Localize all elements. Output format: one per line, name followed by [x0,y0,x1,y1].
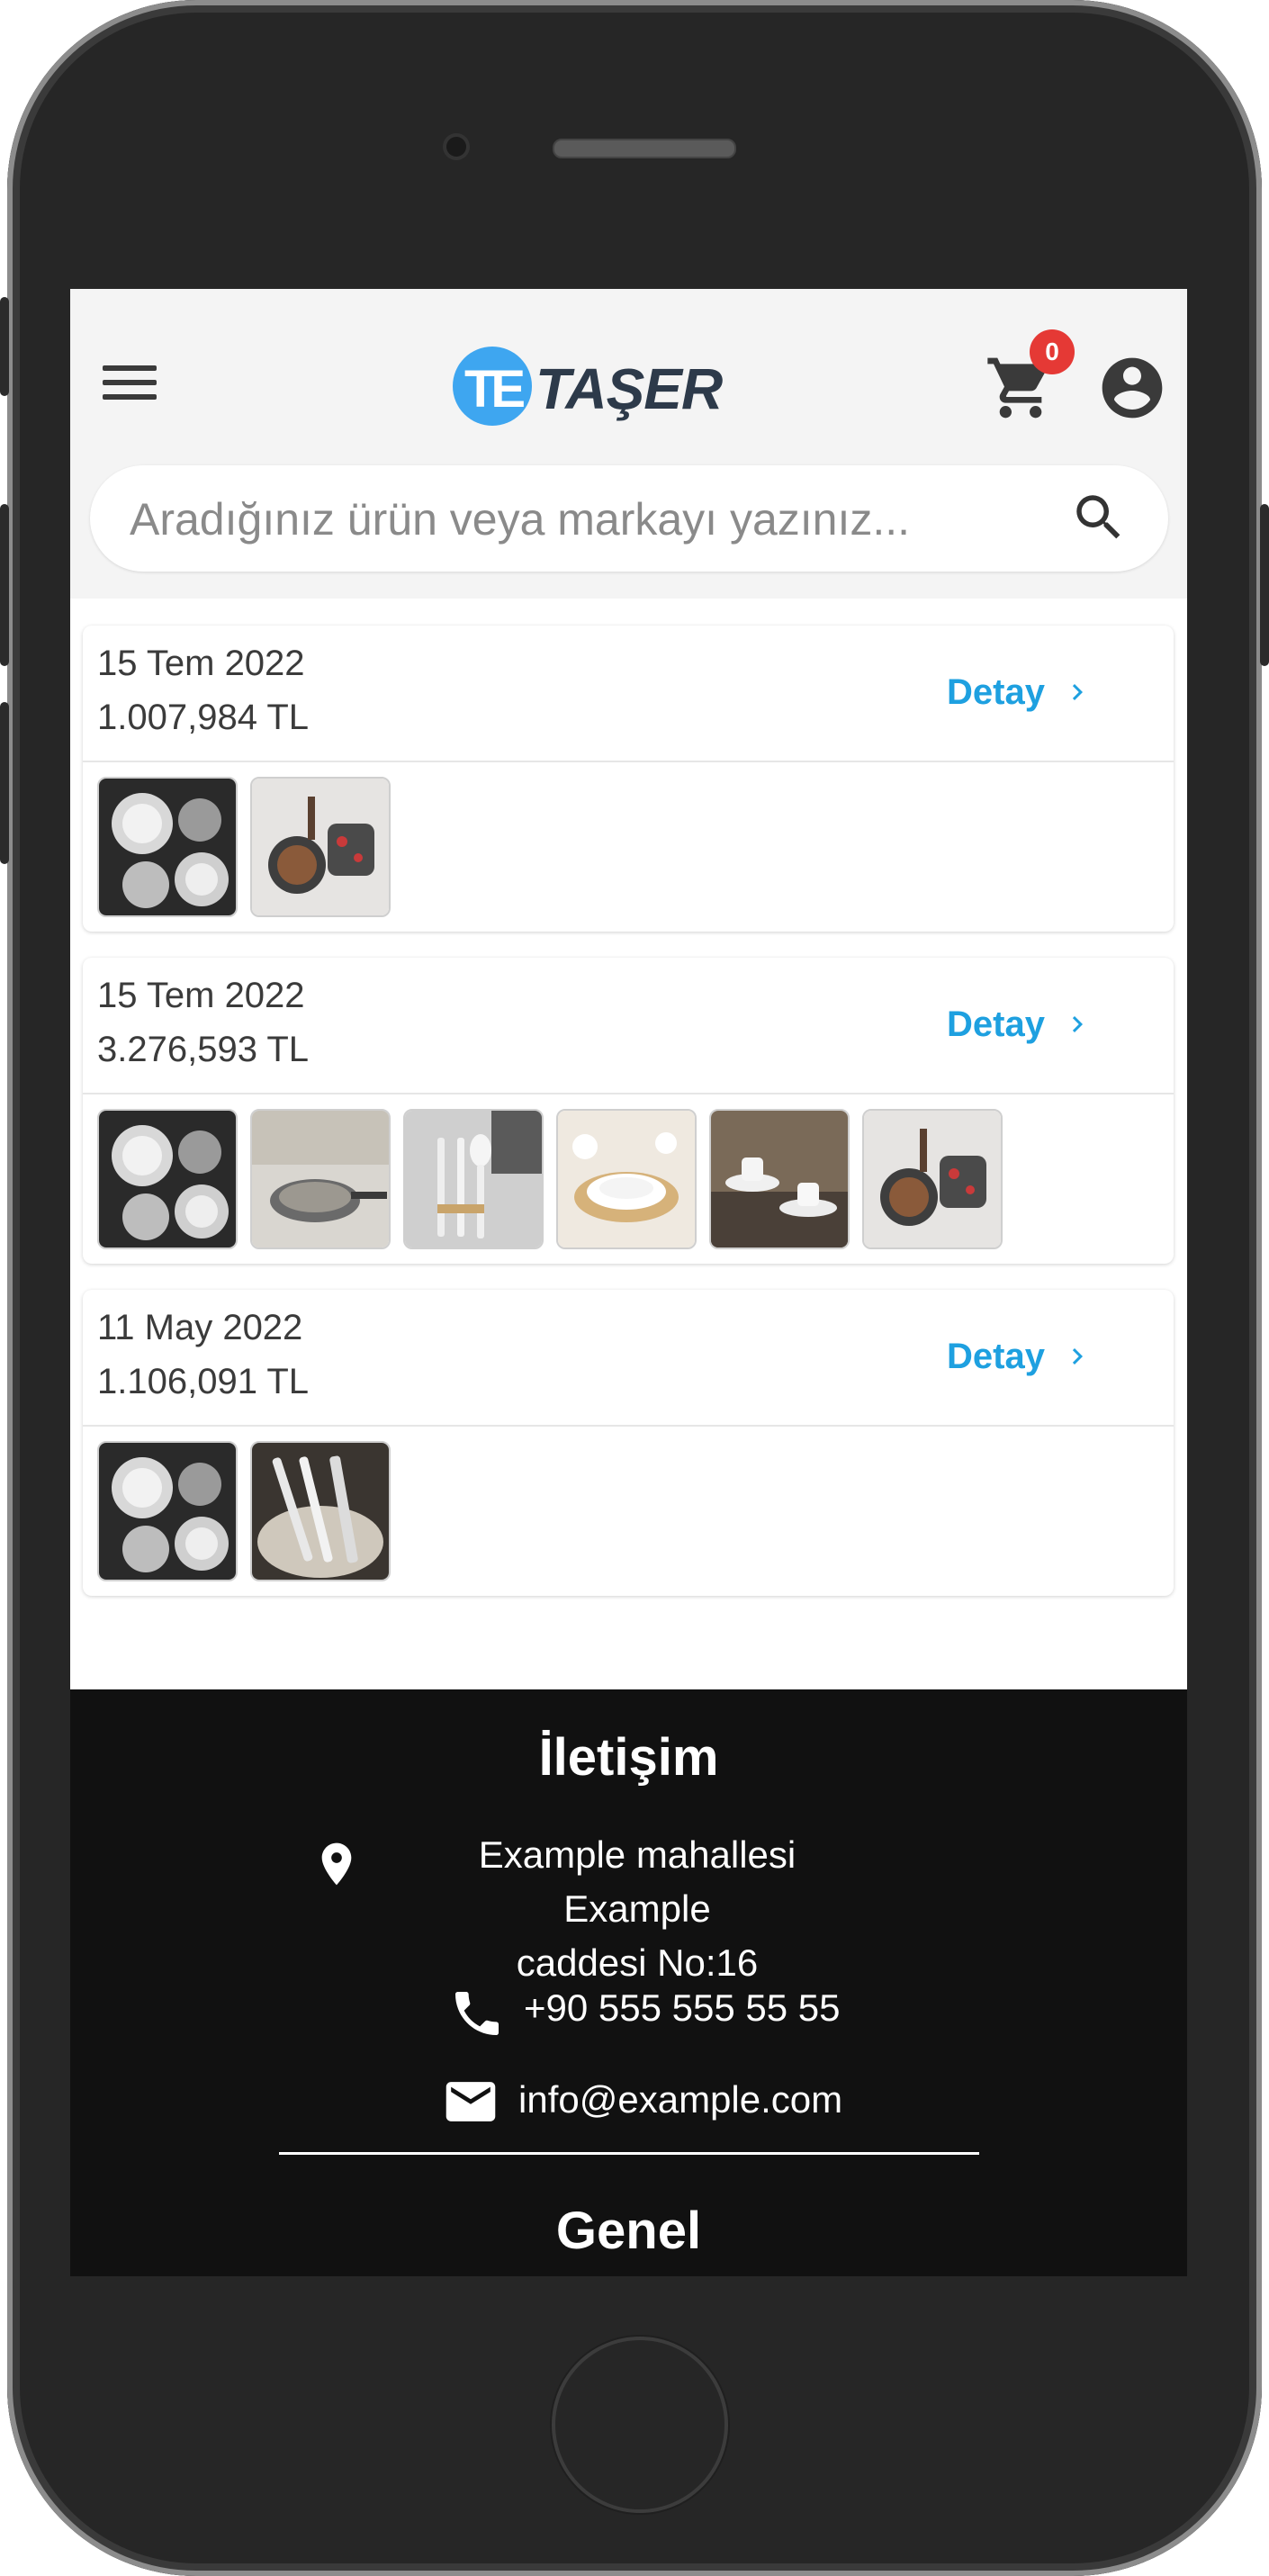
order-card: 15 Tem 2022 3.276,593 TL Detay [83,958,1174,1264]
order-total: 1.007,984 TL [97,698,310,737]
order-total: 1.106,091 TL [97,1362,310,1401]
chevron-right-icon [1072,1016,1083,1032]
order-detail-label: Detay [947,1004,1045,1044]
address-text: Example mahallesi Example caddesi No:16 [439,1828,835,1990]
site-footer: İletişim Example mahallesi Example cadde… [70,1689,1187,2276]
product-thumbnail-plates-set[interactable] [556,1109,697,1249]
volume-down-button [0,702,9,864]
product-thumbnail-dinnerware-dark[interactable] [97,1109,238,1249]
order-detail-label: Detay [947,671,1045,712]
account-icon[interactable] [1096,352,1168,424]
phone-icon [448,1985,506,2051]
logo-mark-icon: TE [453,347,532,426]
product-thumbnail-cutlery[interactable] [403,1109,544,1249]
contact-title: İletişim [538,1728,719,1787]
search-input[interactable] [128,483,1031,555]
address-line-1: Example mahallesi Example [478,1833,796,1930]
logo-text: TAŞER [536,356,723,421]
brand-logo[interactable]: TE TAŞER [453,343,723,429]
order-date: 11 May 2022 [97,1308,303,1347]
phone-number[interactable]: +90 555 555 55 55 [524,1986,841,2030]
order-detail-link[interactable]: Detay [947,997,1094,1051]
cart-count-badge: 0 [1030,329,1075,374]
earpiece-speaker [553,139,736,158]
product-thumbnail-coffee-set[interactable] [709,1109,850,1249]
front-camera [446,137,466,157]
order-header: 15 Tem 2022 1.007,984 TL Detay [83,626,1174,762]
app-screen: TE TAŞER 0 15 Tem 2022 1.007,984 TL Deta… [70,289,1187,2276]
home-button[interactable] [552,2337,728,2513]
order-thumbnails [83,762,1174,932]
product-thumbnail-pans[interactable] [250,777,391,917]
order-date: 15 Tem 2022 [97,976,305,1015]
product-thumbnail-dinnerware-dark[interactable] [97,1441,238,1581]
order-card: 15 Tem 2022 1.007,984 TL Detay [83,626,1174,932]
order-detail-label: Detay [947,1336,1045,1376]
address-line-2: caddesi No:16 [516,1941,759,1984]
order-detail-link[interactable]: Detay [947,665,1094,719]
chevron-right-icon [1072,684,1083,700]
power-button [1260,504,1269,666]
footer-divider [279,2152,979,2155]
hamburger-menu-icon[interactable] [103,365,157,405]
side-button [0,297,9,396]
search-icon[interactable] [1069,488,1129,547]
product-thumbnail-dinnerware-dark[interactable] [97,777,238,917]
order-total: 3.276,593 TL [97,1030,310,1069]
order-thumbnails [83,1427,1174,1596]
search-bar [90,465,1168,572]
email-icon [441,2075,500,2138]
app-header: TE TAŞER 0 [70,289,1187,599]
order-thumbnails [83,1094,1174,1264]
order-header: 15 Tem 2022 3.276,593 TL Detay [83,958,1174,1094]
location-pin-icon [311,1835,362,1902]
product-thumbnail-silverware[interactable] [250,1441,391,1581]
volume-up-button [0,504,9,666]
chevron-right-icon [1072,1348,1083,1365]
product-thumbnail-pans[interactable] [862,1109,1003,1249]
order-date: 15 Tem 2022 [97,644,305,683]
order-detail-link[interactable]: Detay [947,1329,1094,1383]
email-address[interactable]: info@example.com [518,2078,842,2121]
product-thumbnail-pan-kitchen[interactable] [250,1109,391,1249]
general-title: Genel [555,2202,702,2260]
order-header: 11 May 2022 1.106,091 TL Detay [83,1290,1174,1427]
order-card: 11 May 2022 1.106,091 TL Detay [83,1290,1174,1596]
